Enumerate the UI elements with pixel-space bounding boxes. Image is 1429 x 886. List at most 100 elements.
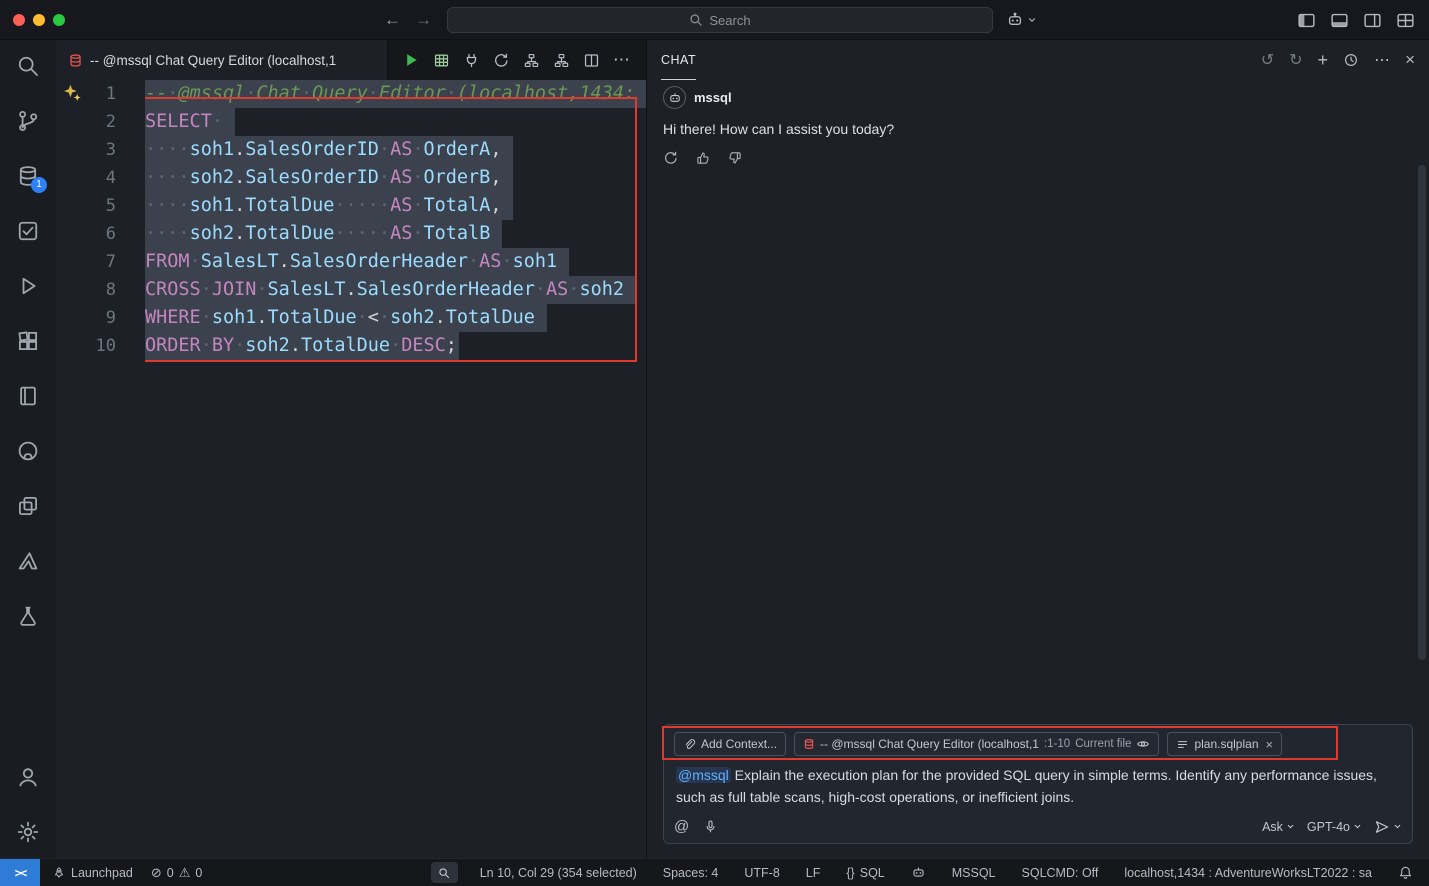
chat-input[interactable]: @mssql Explain the execution plan for th… (676, 764, 1400, 808)
toggle-primary-sidebar-button[interactable] (1297, 11, 1316, 30)
customize-layout-button[interactable] (1396, 11, 1415, 30)
problems-item[interactable]: ⊘ 0 ⚠ 0 (147, 865, 206, 881)
language-label: SQL (860, 866, 885, 880)
notifications-bell-icon[interactable] (1394, 865, 1417, 880)
tab-query-editor[interactable]: -- @mssql Chat Query Editor (localhost,1 (56, 40, 388, 80)
launchpad-label: Launchpad (71, 866, 133, 880)
encoding-item[interactable]: UTF-8 (740, 866, 783, 880)
disconnect-plug-button[interactable] (463, 52, 480, 69)
chat-scrollbar[interactable] (1418, 165, 1426, 660)
thumbs-down-button[interactable] (727, 150, 743, 166)
activity-remote-explorer[interactable] (16, 494, 40, 518)
redo-icon[interactable]: ↻ (1289, 50, 1302, 70)
remote-indicator[interactable]: >< (0, 859, 40, 886)
errors-count: 0 (167, 866, 174, 880)
add-context-label: Add Context... (701, 737, 777, 751)
mic-button[interactable] (703, 819, 718, 834)
zoom-window-button[interactable] (53, 14, 65, 26)
chat-input-body: Explain the execution plan for the provi… (676, 767, 1377, 805)
copilot-sparkle-icon[interactable] (62, 83, 83, 104)
sqlcmd-item[interactable]: SQLCMD: Off (1018, 866, 1103, 880)
language-mode-item[interactable]: {} SQL (842, 866, 888, 880)
actual-plan-button[interactable] (553, 52, 570, 69)
remove-chip-icon[interactable]: × (1266, 737, 1274, 752)
new-chat-button[interactable]: + (1318, 50, 1329, 71)
context-chip-current-file[interactable]: -- @mssql Chat Query Editor (localhost,1… (794, 732, 1159, 756)
assistant-message: Hi there! How can I assist you today? (663, 121, 1413, 137)
activity-sql-projects[interactable] (16, 604, 40, 628)
send-options-chevron[interactable] (1393, 822, 1402, 831)
mode-picker[interactable]: Ask (1262, 820, 1295, 834)
close-window-button[interactable] (13, 14, 25, 26)
mention-chip[interactable]: @mssql (676, 767, 731, 783)
context-file-range: :1-10 (1044, 738, 1070, 750)
forward-button[interactable]: → (415, 10, 432, 30)
account-button[interactable] (16, 765, 40, 789)
command-center-search[interactable]: Search (447, 7, 993, 33)
attach-mention-button[interactable]: @ (674, 818, 689, 835)
code-line[interactable]: CROSS·JOIN·SalesLT.SalesOrderHeader·AS·s… (145, 276, 646, 304)
copilot-status-icon[interactable] (907, 865, 930, 880)
chat-body: mssql Hi there! How can I assist you tod… (647, 80, 1429, 724)
indentation-item[interactable]: Spaces: 4 (659, 866, 723, 880)
warnings-icon: ⚠ (179, 865, 191, 881)
editor-code[interactable]: --·@mssql·Chat·Query·Editor·(localhost,1… (145, 80, 646, 858)
activity-query-history[interactable] (16, 219, 40, 243)
context-chip-sqlplan[interactable]: plan.sqlplan × (1167, 732, 1282, 756)
code-line[interactable]: FROM·SalesLT.SalesOrderHeader·AS·soh1 (145, 248, 646, 276)
editor-toolbar: ⋯ (402, 40, 646, 80)
code-line[interactable]: ····soh1.SalesOrderID·AS·OrderA, (145, 136, 646, 164)
chat-close-button[interactable]: × (1405, 50, 1415, 70)
code-line[interactable]: ····soh2.SalesOrderID·AS·OrderB, (145, 164, 646, 192)
activity-source-control[interactable] (16, 109, 40, 133)
code-line[interactable]: --·@mssql·Chat·Query·Editor·(localhost,1… (145, 80, 646, 108)
query-results-grid-button[interactable] (433, 52, 450, 69)
code-line[interactable]: ····soh1.TotalDue·····AS·TotalA, (145, 192, 646, 220)
toggle-secondary-sidebar-button[interactable] (1363, 11, 1382, 30)
editor-more-actions-button[interactable]: ⋯ (613, 50, 630, 70)
settings-gear-button[interactable] (16, 820, 40, 844)
toggle-panel-button[interactable] (1330, 11, 1349, 30)
run-query-button[interactable] (402, 51, 420, 69)
rocket-icon (52, 866, 66, 880)
activity-notebooks[interactable] (16, 384, 40, 408)
code-line[interactable]: WHERE·soh1.TotalDue·<·soh2.TotalDue (145, 304, 646, 332)
activity-run-debug[interactable] (16, 274, 40, 298)
editor[interactable]: 12345678910 --·@mssql·Chat·Query·Editor·… (56, 80, 646, 858)
copilot-menu[interactable] (1006, 0, 1037, 40)
estimated-plan-button[interactable] (523, 52, 540, 69)
activity-extensions[interactable] (16, 329, 40, 353)
connection-item[interactable]: localhost,1434 : AdventureWorksLT2022 : … (1120, 866, 1376, 880)
activity-search[interactable] (16, 54, 40, 78)
activity-github[interactable] (16, 439, 40, 463)
screen-reader-zoom-item[interactable] (431, 862, 458, 883)
thumbs-up-button[interactable] (695, 150, 711, 166)
activity-sql-server[interactable]: 1 (16, 164, 40, 188)
add-context-button[interactable]: Add Context... (674, 732, 786, 756)
model-label: GPT-4o (1307, 820, 1350, 834)
model-picker[interactable]: GPT-4o (1307, 820, 1362, 834)
chat-history-button[interactable] (1343, 52, 1359, 68)
assistant-name: mssql (694, 90, 732, 105)
line-number: 8 (56, 276, 116, 304)
chat-more-button[interactable]: ⋯ (1374, 50, 1390, 70)
eol-item[interactable]: LF (802, 866, 825, 880)
activity-azure[interactable] (16, 549, 40, 573)
code-line[interactable]: ····soh2.TotalDue·····AS·TotalB (145, 220, 646, 248)
regenerate-button[interactable] (663, 150, 679, 166)
back-button[interactable]: ← (384, 10, 401, 30)
cursor-position-item[interactable]: Ln 10, Col 29 (354 selected) (476, 866, 641, 880)
eye-icon[interactable] (1136, 737, 1150, 751)
split-editor-button[interactable] (583, 52, 600, 69)
mssql-item[interactable]: MSSQL (948, 866, 1000, 880)
send-button[interactable] (1374, 819, 1390, 835)
paperclip-icon (683, 738, 696, 751)
launchpad-item[interactable]: Launchpad (48, 866, 137, 880)
minimize-window-button[interactable] (33, 14, 45, 26)
change-connection-button[interactable] (493, 52, 510, 69)
code-line[interactable]: SELECT· (145, 108, 646, 136)
code-line[interactable]: ORDER·BY·soh2.TotalDue·DESC; (145, 332, 646, 360)
tab-chat[interactable]: CHAT (661, 40, 696, 80)
undo-icon[interactable]: ↺ (1261, 50, 1274, 70)
line-number: 3 (56, 136, 116, 164)
